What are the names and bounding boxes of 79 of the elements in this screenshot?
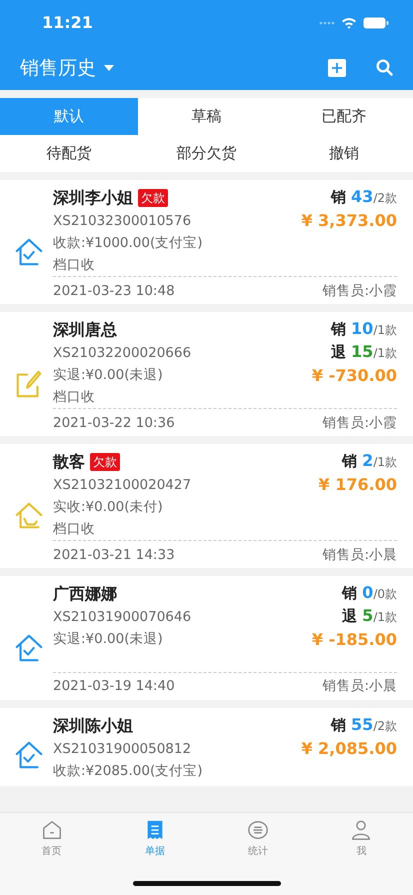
quantity: 55 — [351, 715, 374, 734]
quantity: 0 — [362, 583, 374, 602]
count-label: 退 — [330, 343, 346, 361]
count-label: 销 — [330, 716, 346, 734]
edit-icon — [14, 369, 44, 399]
filter-tab[interactable]: 待配货 — [0, 135, 138, 172]
filter-tab[interactable]: 部分欠货 — [138, 135, 276, 172]
caret-icon — [104, 64, 114, 70]
quantity: 10 — [351, 319, 374, 338]
wifi-icon — [341, 16, 357, 28]
delivery-text: 档口收 — [53, 520, 96, 539]
house-check-icon — [14, 633, 44, 663]
house-check-icon — [14, 237, 44, 267]
add-icon[interactable] — [328, 58, 346, 76]
order-number: XS21031900050812 — [53, 740, 192, 759]
payment-text: 实收:¥0.00(未付) — [53, 498, 164, 517]
quantity: 43 — [351, 187, 374, 206]
count-label: 销 — [330, 320, 346, 338]
customer-name: 深圳唐总 — [53, 319, 117, 341]
payment-text: 收款:¥2085.00(支付宝) — [53, 762, 202, 781]
house-cart-icon — [14, 501, 44, 531]
quantity: 5 — [362, 606, 374, 625]
order-card[interactable]: 深圳唐总 XS21032200020666 实退:¥0.00(未退) 档口收 销 10/1款 退 15/1款 ¥ -730.00 2021-03-22 10:36 销售员:小霞 — [0, 312, 413, 436]
customer-name: 深圳李小姐 — [53, 187, 133, 209]
order-card[interactable]: 深圳陈小姐 XS21031900050812 收款:¥2085.00(支付宝) 销 55/2款 ¥ 2,085.00 — [0, 708, 413, 786]
order-number: XS21032300010576 — [53, 212, 192, 231]
customer-name: 广西娜娜 — [53, 583, 117, 605]
item-count: /1款 — [373, 323, 397, 337]
order-time: 2021-03-21 14:33 — [53, 546, 175, 564]
filter-tab[interactable]: 撤销 — [275, 135, 413, 172]
count-label: 退 — [342, 607, 358, 625]
seller-name: 销售员:小晨 — [322, 677, 397, 696]
signal-icon — [319, 20, 335, 24]
count-label: 销 — [330, 188, 346, 206]
order-number: XS21031900070646 — [53, 608, 192, 627]
item-count: /2款 — [373, 191, 397, 205]
payment-text: 实退:¥0.00(未退) — [53, 366, 164, 385]
customer-name: 散客 — [53, 451, 85, 473]
count-label: 销 — [342, 452, 358, 470]
payment-text: 收款:¥1000.00(支付宝) — [53, 234, 202, 253]
order-time: 2021-03-19 14:40 — [53, 677, 175, 696]
order-total: ¥ 2,085.00 — [301, 738, 397, 760]
home-icon — [40, 819, 63, 841]
quantity: 15 — [351, 342, 374, 361]
order-time: 2021-03-22 10:36 — [53, 414, 175, 432]
delivery-text: 档口收 — [53, 256, 96, 275]
debt-tag: 欠款 — [90, 453, 120, 471]
item-count: /1款 — [373, 455, 397, 469]
delivery-text: 档口收 — [53, 388, 96, 407]
order-total: ¥ 3,373.00 — [301, 210, 397, 232]
payment-text: 实退:¥0.00(未退) — [53, 630, 164, 649]
order-number: XS21032100020427 — [53, 476, 192, 495]
order-time: 2021-03-23 10:48 — [53, 282, 175, 300]
order-number: XS21032200020666 — [53, 344, 192, 363]
item-count: /1款 — [373, 610, 397, 624]
item-count: /0款 — [373, 587, 397, 601]
list-circle-icon — [247, 819, 270, 841]
order-card[interactable]: 深圳李小姐 欠款 XS21032300010576 收款:¥1000.00(支付宝) 档口收 销 43/2款 ¥ 3,373.00 2021-03-23 10:48 销售员:小霞 — [0, 180, 413, 304]
filter-tab[interactable]: 已配齐 — [275, 98, 413, 135]
search-icon[interactable] — [376, 59, 393, 76]
seller-name: 销售员:小霞 — [322, 414, 397, 432]
order-total: ¥ -730.00 — [312, 365, 397, 387]
person-icon — [350, 819, 372, 841]
quantity: 2 — [362, 451, 374, 470]
customer-name: 深圳陈小姐 — [53, 715, 133, 737]
count-label: 销 — [342, 584, 358, 602]
order-total: ¥ 176.00 — [318, 474, 397, 496]
item-count: /1款 — [373, 346, 397, 360]
debt-tag: 欠款 — [138, 189, 168, 207]
filter-tab[interactable]: 草稿 — [138, 98, 276, 135]
battery-icon — [363, 16, 389, 28]
order-card[interactable]: 广西娜娜 XS21031900070646 实退:¥0.00(未退) 销 0/0款 退 5/1款 ¥ -185.00 2021-03-19 14:40 销售员:小晨 — [0, 576, 413, 700]
order-card[interactable]: 散客 欠款 XS21032100020427 实收:¥0.00(未付) 档口收 销 2/1款 ¥ 176.00 2021-03-21 14:33 销售员:小晨 — [0, 444, 413, 568]
seller-name: 销售员:小霞 — [322, 282, 397, 300]
status-time: 11:21 — [42, 13, 93, 32]
seller-name: 销售员:小晨 — [322, 546, 397, 564]
order-total: ¥ -185.00 — [312, 629, 397, 651]
item-count: /2款 — [373, 719, 397, 733]
house-check-icon — [14, 740, 44, 770]
